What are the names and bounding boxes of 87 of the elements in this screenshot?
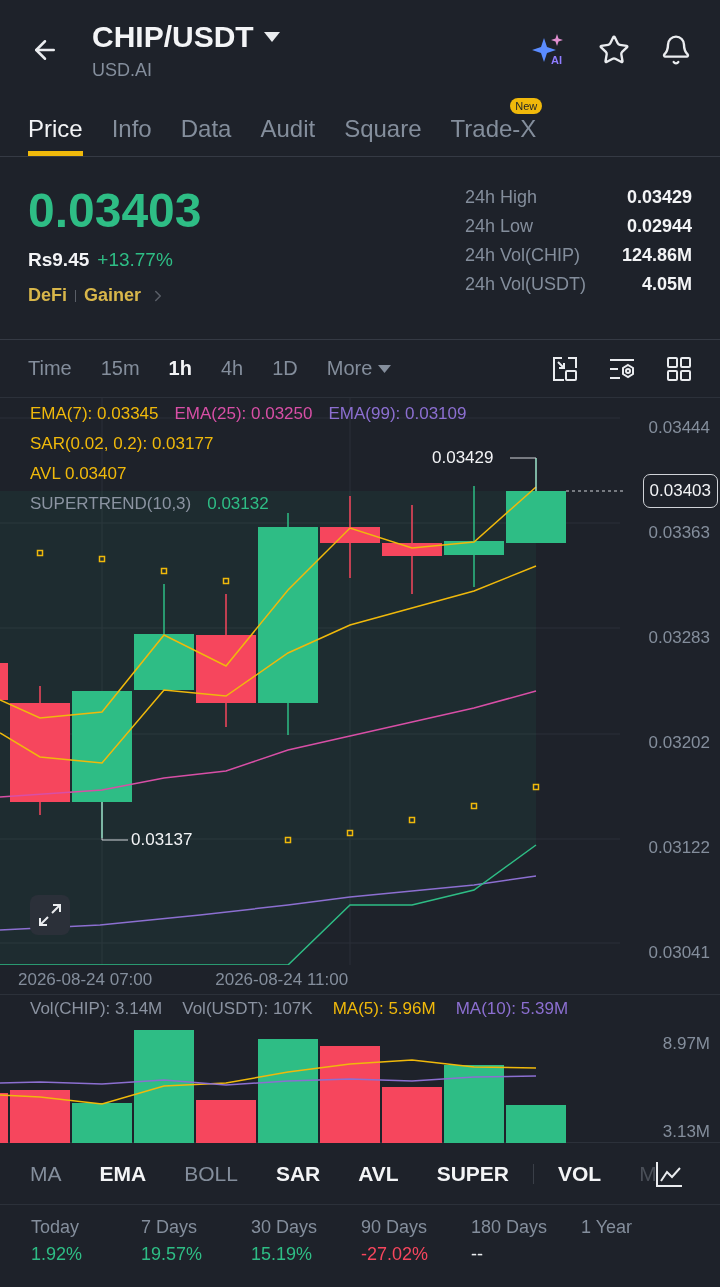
indicator-legend: EMA(99): 0.03109 <box>328 404 467 424</box>
period-label: 30 Days <box>251 1217 319 1238</box>
tab[interactable]: Info <box>111 100 152 156</box>
high-price-label: 0.03429 <box>432 448 494 468</box>
indicator-tab[interactable]: EMA <box>99 1161 147 1186</box>
caret-icon <box>378 364 392 373</box>
volume-legend: MA(5): 5.96M <box>332 998 436 1019</box>
stat-label: 24h Vol(CHIP) <box>464 245 581 266</box>
stat-label: 24h High <box>464 187 538 208</box>
tab[interactable]: Square <box>344 100 422 156</box>
expand-button[interactable] <box>30 895 70 935</box>
period-label: Today <box>31 1217 81 1238</box>
price-axis-label: 0.03444 <box>648 418 710 438</box>
indicator-legend: AVL 0.03407 <box>30 464 127 484</box>
volume-bar <box>196 1100 256 1143</box>
tab[interactable]: Price <box>28 100 83 156</box>
more-intervals-button[interactable]: More <box>326 357 392 380</box>
category-tag[interactable]: Gainer <box>84 285 142 306</box>
interval-option[interactable]: 1D <box>272 357 298 380</box>
stat-value: 4.05M <box>640 274 692 295</box>
indicator-legend: EMA(25): 0.03250 <box>174 404 313 424</box>
volume-bar <box>0 1093 8 1143</box>
price-axis-label: 0.03283 <box>648 628 710 648</box>
category-tag[interactable]: DeFi <box>28 285 67 306</box>
volume-axis-label: 3.13M <box>662 1122 710 1142</box>
low-price-label: 0.03137 <box>131 830 193 850</box>
last-price: 0.03403 <box>28 187 202 235</box>
period-label: 90 Days <box>361 1217 429 1238</box>
pair-title[interactable]: CHIP/USDT <box>92 19 254 54</box>
indicator-tab[interactable]: AVL <box>358 1161 399 1186</box>
star-icon[interactable] <box>598 34 630 66</box>
indicator-legend: SAR(0.02, 0.2): 0.03177 <box>30 434 214 454</box>
indicator-tab[interactable]: SUPER <box>436 1161 510 1186</box>
period-change: 1.92% <box>31 1244 84 1265</box>
stat-value: 0.03429 <box>625 187 692 208</box>
period-label: 180 Days <box>471 1217 549 1238</box>
volume-legend: Vol(USDT): 107K <box>182 998 313 1019</box>
leader-line <box>101 801 129 841</box>
indicator-legend: SUPERTREND(10,3) <box>30 494 192 514</box>
tab[interactable]: Data <box>180 100 232 156</box>
interval-option[interactable]: 1h <box>168 357 192 380</box>
bell-icon[interactable] <box>660 34 692 66</box>
indicator-tab[interactable]: BOLL <box>184 1161 238 1186</box>
interval-option[interactable]: Time <box>28 357 72 380</box>
new-badge: New <box>510 98 543 114</box>
volume-legend: Vol(CHIP): 3.14M <box>30 998 163 1019</box>
interval-option[interactable]: 15m <box>100 357 140 380</box>
indicator-tab[interactable]: VOL <box>558 1161 602 1186</box>
period-label: 1 Year <box>581 1217 634 1238</box>
leader-line <box>509 457 537 492</box>
volume-bar <box>506 1105 566 1143</box>
price-axis-label: 0.03041 <box>648 943 710 963</box>
stat-value: 0.02944 <box>625 216 692 237</box>
volume-axis-label: 8.97M <box>662 1034 710 1054</box>
price-axis-label: 0.03122 <box>648 838 710 858</box>
volume-bar <box>10 1090 70 1143</box>
price-axis-label: 0.03363 <box>648 523 710 543</box>
candle <box>0 662 8 701</box>
indicator-legend: EMA(7): 0.03345 <box>30 404 159 424</box>
caret-icon[interactable] <box>263 31 280 42</box>
stat-label: 24h Vol(USDT) <box>464 274 586 295</box>
period-change: 15.19% <box>251 1244 314 1265</box>
indicator-tab[interactable]: MA <box>30 1161 62 1186</box>
price-axis-label: 0.03202 <box>648 733 710 753</box>
chart-resize-icon[interactable] <box>552 355 578 382</box>
period-label: 7 Days <box>141 1217 199 1238</box>
period-change: 19.57% <box>141 1244 204 1265</box>
indicator-tab[interactable]: SAR <box>275 1161 321 1186</box>
period-change: -27.02% <box>361 1244 430 1265</box>
tab[interactable]: Audit <box>260 100 316 156</box>
last-price-tag: 0.03403 <box>642 474 718 508</box>
indicator-legend: 0.03132 <box>207 494 269 514</box>
stat-label: 24h Low <box>464 216 534 237</box>
volume-bar <box>382 1087 442 1143</box>
expand-icon <box>37 902 63 928</box>
period-change: -- <box>471 1244 484 1265</box>
fiat-price: Rs9.45 <box>28 249 90 271</box>
time-axis-label: 2026-08-24 07:00 <box>18 969 153 990</box>
line-chart-icon[interactable] <box>654 1159 683 1188</box>
token-subtitle: USD.AI <box>92 59 153 81</box>
grid-layout-icon[interactable] <box>666 355 692 382</box>
interval-option[interactable]: 4h <box>220 357 244 380</box>
stat-value: 124.86M <box>621 245 692 266</box>
volume-legend: MA(10): 5.39M <box>455 998 569 1019</box>
time-axis-label: 2026-08-24 11:00 <box>215 969 349 990</box>
price-change: +13.77% <box>97 249 173 271</box>
volume-bar <box>72 1103 132 1143</box>
